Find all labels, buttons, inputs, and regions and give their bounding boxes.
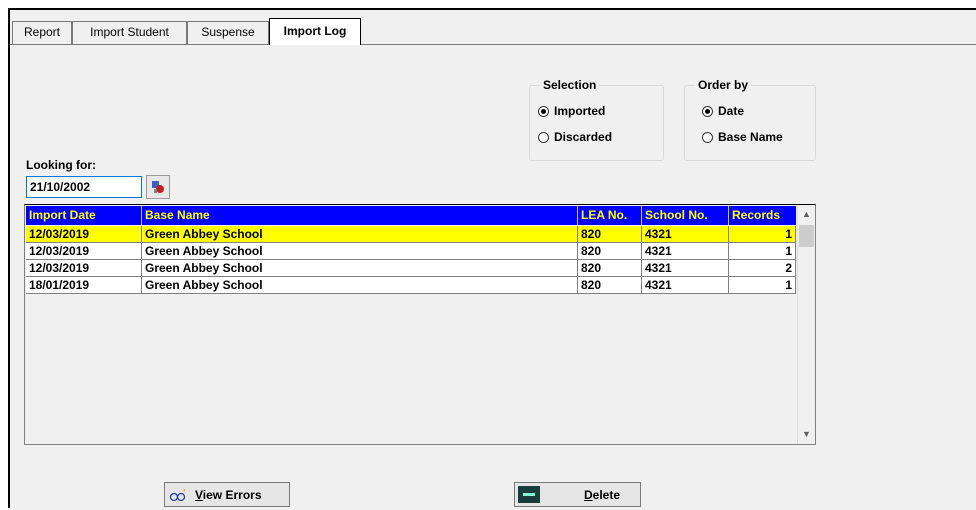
table-row[interactable]: 18/01/2019 Green Abbey School 820 4321 1 <box>26 277 796 294</box>
table-row[interactable]: 12/03/2019 Green Abbey School 820 4321 1 <box>26 243 796 260</box>
column-school-no[interactable]: School No. <box>642 206 729 225</box>
cell-base-name: Green Abbey School <box>142 243 578 259</box>
cell-lea-no: 820 <box>578 243 642 259</box>
radio-unselected-icon <box>538 131 549 143</box>
table-row[interactable]: 12/03/2019 Green Abbey School 820 4321 2 <box>26 260 796 277</box>
cell-records: 2 <box>729 260 796 276</box>
radio-discarded[interactable]: Discarded <box>538 130 612 144</box>
cell-records: 1 <box>729 277 796 293</box>
search-date-icon <box>152 181 164 193</box>
column-lea-no[interactable]: LEA No. <box>578 206 642 225</box>
column-records[interactable]: Records <box>729 206 796 225</box>
selection-group: Selection Imported Discarded <box>529 78 664 161</box>
radio-date-label: Date <box>718 104 745 118</box>
tab-strip: Report Import Student Suspense Import Lo… <box>10 10 976 45</box>
radio-base-name-label: Base Name <box>718 130 783 144</box>
window: Report Import Student Suspense Import Lo… <box>8 8 976 510</box>
tab-report[interactable]: Report <box>12 21 72 44</box>
cell-records: 1 <box>729 243 796 259</box>
tab-suspense[interactable]: Suspense <box>187 21 269 44</box>
view-errors-button[interactable]: View Errors <box>164 482 290 507</box>
table-row[interactable]: 12/03/2019 Green Abbey School 820 4321 1 <box>26 226 796 243</box>
radio-date[interactable]: Date <box>702 104 744 118</box>
scroll-up-icon[interactable]: ▲ <box>798 206 815 223</box>
cell-school-no: 4321 <box>642 260 729 276</box>
cell-import-date: 12/03/2019 <box>26 260 142 276</box>
delete-button[interactable]: Delete <box>514 482 641 507</box>
cell-lea-no: 820 <box>578 226 642 242</box>
cell-school-no: 4321 <box>642 226 729 242</box>
import-log-grid: Import Date Base Name LEA No. School No.… <box>24 204 816 445</box>
radio-imported-label: Imported <box>554 104 606 118</box>
radio-selected-icon <box>702 105 713 117</box>
radio-discarded-label: Discarded <box>554 130 613 144</box>
column-import-date[interactable]: Import Date <box>26 206 142 225</box>
minus-icon <box>518 486 540 503</box>
cell-import-date: 12/03/2019 <box>26 226 142 242</box>
cell-records: 1 <box>729 226 796 242</box>
scroll-thumb[interactable] <box>799 225 814 247</box>
cell-base-name: Green Abbey School <box>142 277 578 293</box>
radio-unselected-icon <box>702 131 713 143</box>
order-by-group: Order by Date Base Name <box>684 78 816 161</box>
grid-vertical-scrollbar[interactable]: ▲ ▼ <box>797 206 815 444</box>
cell-base-name: Green Abbey School <box>142 260 578 276</box>
cell-lea-no: 820 <box>578 277 642 293</box>
column-base-name[interactable]: Base Name <box>142 206 578 225</box>
radio-selected-icon <box>538 105 549 117</box>
tab-import-student[interactable]: Import Student <box>72 21 187 44</box>
selection-group-title: Selection <box>540 78 600 92</box>
scroll-down-icon[interactable]: ▼ <box>798 426 815 443</box>
delete-label: Delete <box>584 487 621 502</box>
tab-import-log[interactable]: Import Log <box>269 18 361 45</box>
radio-imported[interactable]: Imported <box>538 104 605 118</box>
glasses-icon <box>169 488 186 501</box>
cell-base-name: Green Abbey School <box>142 226 578 242</box>
looking-for-date-input[interactable]: 21/10/2002 <box>26 176 142 198</box>
date-search-button[interactable] <box>146 175 170 199</box>
cell-school-no: 4321 <box>642 277 729 293</box>
order-by-group-title: Order by <box>695 78 752 92</box>
cell-import-date: 18/01/2019 <box>26 277 142 293</box>
cell-import-date: 12/03/2019 <box>26 243 142 259</box>
cell-lea-no: 820 <box>578 260 642 276</box>
view-errors-label: View Errors <box>195 487 262 502</box>
import-log-panel: Selection Imported Discarded Order by Da… <box>10 45 976 510</box>
grid-header: Import Date Base Name LEA No. School No.… <box>26 206 796 225</box>
radio-base-name[interactable]: Base Name <box>702 130 783 144</box>
looking-for-label: Looking for: <box>26 158 96 172</box>
cell-school-no: 4321 <box>642 243 729 259</box>
